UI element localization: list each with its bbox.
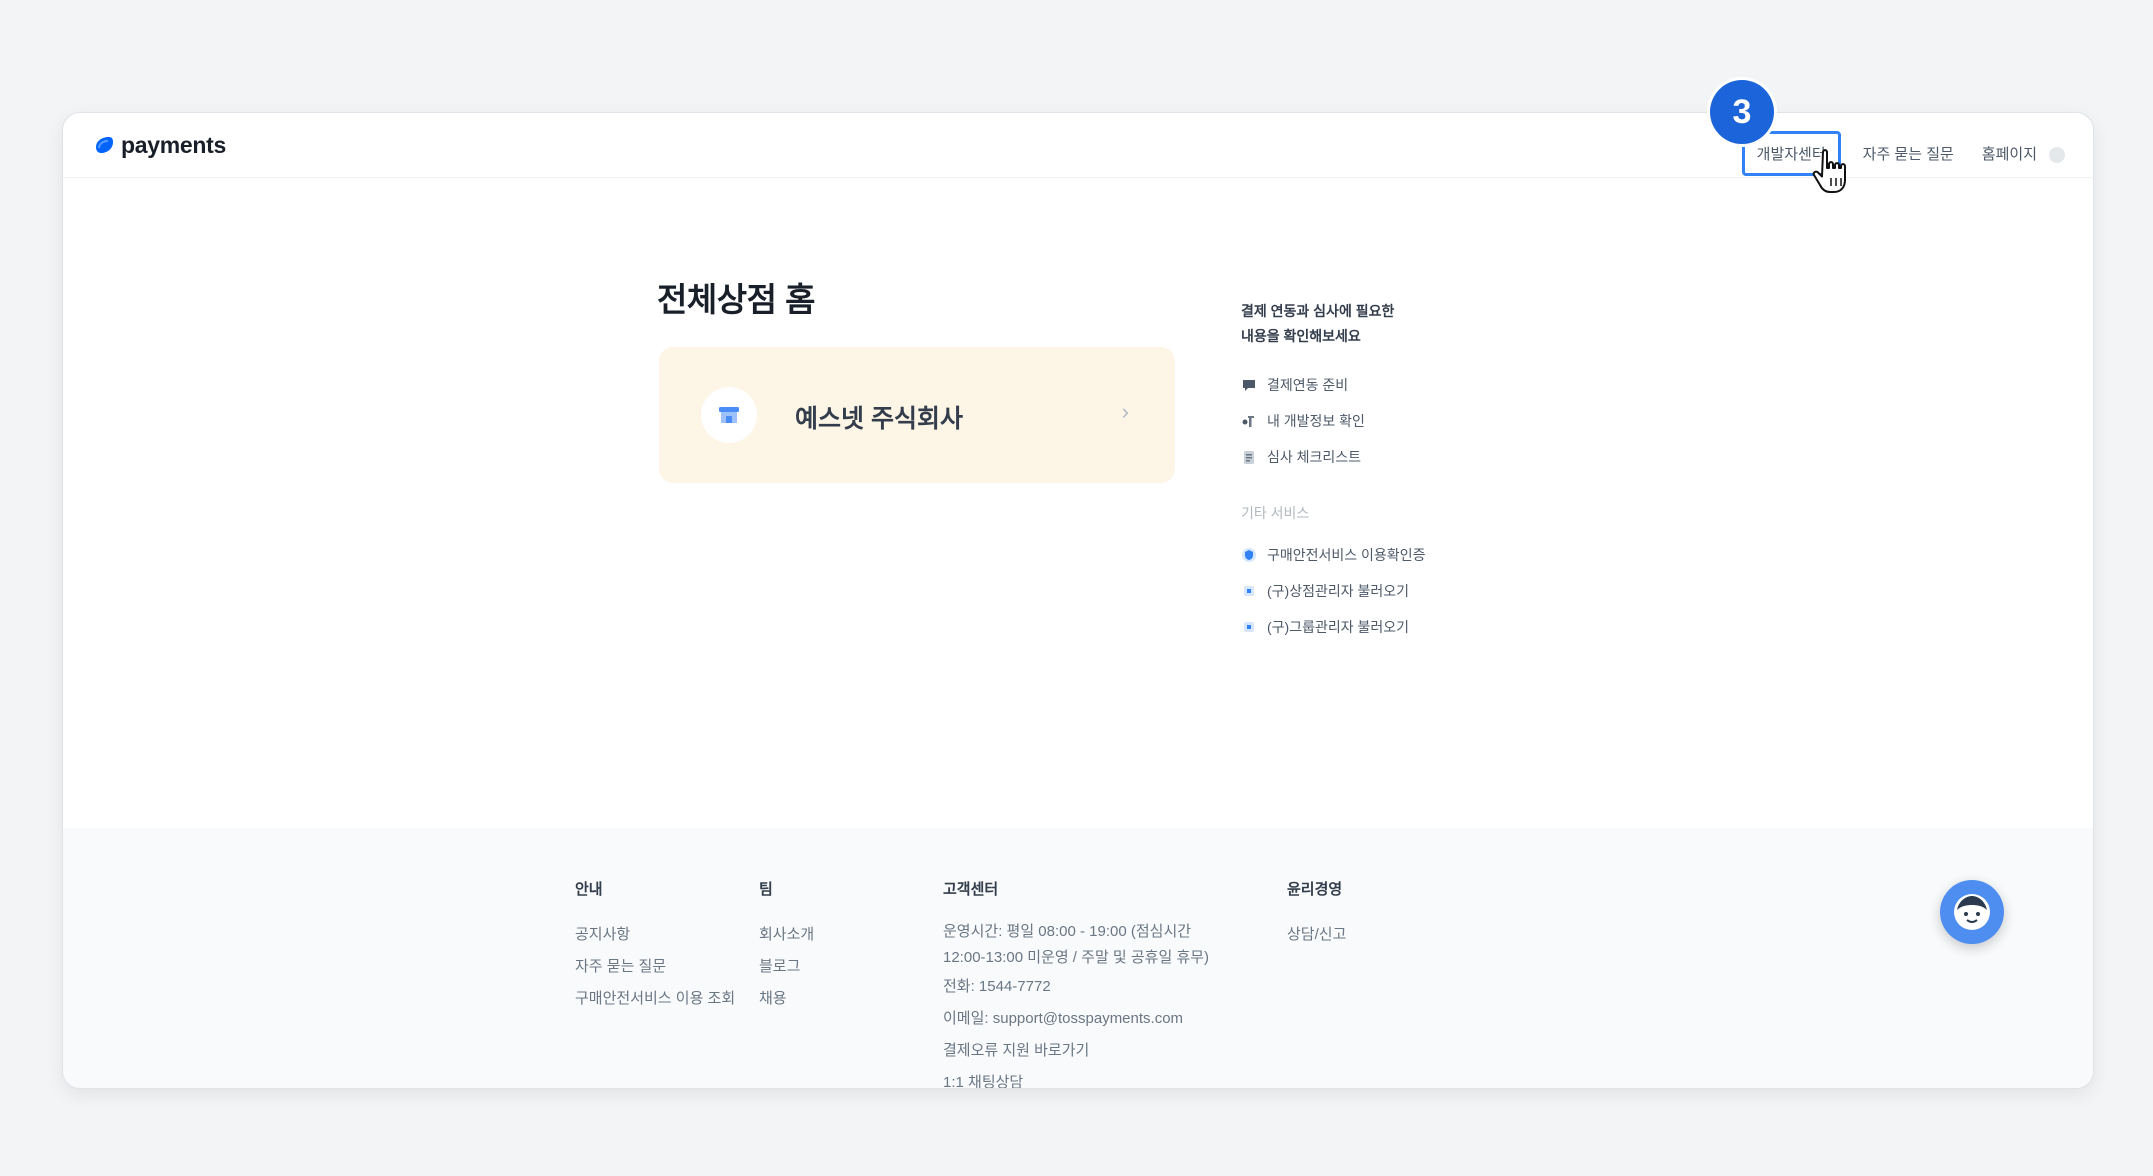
chatbot-button[interactable] — [1940, 880, 2004, 944]
footer-col-title: 안내 — [575, 881, 603, 898]
shield-icon — [1241, 547, 1257, 563]
footer-link-escrow-lookup[interactable]: 구매안전서비스 이용 조회 — [575, 983, 735, 1015]
footer-phone: 전화: 1544-7772 — [943, 978, 1051, 995]
tutorial-step-badge: 3 — [1710, 80, 1774, 144]
side-heading-line2: 내용을 확인해보세요 — [1241, 328, 1361, 344]
store-icon-wrap — [701, 387, 757, 443]
other-services-list: 구매안전서비스 이용확인증 (구)상점관리자 불러오기 (구)그룹관리자 불러오… — [1241, 537, 1501, 645]
footer-hours-line2: 12:00-13:00 미운영 / 주말 및 공휴일 휴무) — [943, 949, 1210, 966]
hand-pointer-icon — [1812, 149, 1846, 193]
nav-faq[interactable]: 자주 묻는 질문 — [1863, 143, 1954, 164]
footer-col-title: 고객센터 — [943, 881, 999, 898]
import-icon — [1241, 583, 1257, 599]
footer-col-ethics: 윤리경영 상담/신고 — [1287, 878, 1346, 951]
nav-homepage-label: 홈페이지 — [1981, 146, 2037, 163]
key-icon — [1241, 413, 1257, 429]
store-icon — [719, 407, 739, 423]
footer-col-team: 팀 회사소개 블로그 채용 — [759, 878, 814, 1015]
top-navigation-bar: payments 개발자센터 자주 묻는 질문 홈페이지 — [63, 113, 2093, 178]
side-panel: 결제 연동과 심사에 필요한 내용을 확인해보세요 결제연동 준비 내 개발정보… — [1241, 299, 1501, 645]
footer-link-notice[interactable]: 공지사항 — [575, 919, 735, 951]
footer-col-title: 팀 — [759, 881, 773, 898]
footer-col-guide: 안내 공지사항 자주 묻는 질문 구매안전서비스 이용 조회 — [575, 878, 735, 1015]
side-item-label: 구매안전서비스 이용확인증 — [1267, 547, 1426, 563]
side-item-label: (구)그룹관리자 불러오기 — [1267, 619, 1410, 635]
side-item-review-checklist[interactable]: 심사 체크리스트 — [1241, 439, 1501, 475]
header-nav: 개발자센터 자주 묻는 질문 홈페이지 — [1741, 131, 2065, 176]
footer-link-careers[interactable]: 채용 — [759, 983, 814, 1015]
toss-drop-icon — [96, 137, 113, 153]
side-item-escrow-certificate[interactable]: 구매안전서비스 이용확인증 — [1241, 537, 1501, 573]
logo[interactable]: payments — [93, 129, 226, 161]
side-guide-list: 결제연동 준비 내 개발정보 확인 심사 체크리스트 — [1241, 367, 1501, 475]
side-heading-line1: 결제 연동과 심사에 필요한 — [1241, 303, 1395, 319]
user-avatar-icon[interactable] — [2049, 147, 2065, 164]
side-item-label: 결제연동 준비 — [1267, 377, 1349, 393]
footer-link-error-support[interactable]: 결제오류 지원 바로가기 — [943, 1035, 1209, 1067]
footer-hours-line1: 운영시간: 평일 08:00 - 19:00 (점심시간 — [943, 923, 1192, 940]
footer-link-chat[interactable]: 1:1 채팅상담 — [943, 1067, 1209, 1088]
footer: 안내 공지사항 자주 묻는 질문 구매안전서비스 이용 조회 팀 회사소개 블로… — [63, 828, 2093, 1088]
side-item-label: 심사 체크리스트 — [1267, 449, 1362, 465]
footer-col-customer-center: 고객센터 운영시간: 평일 08:00 - 19:00 (점심시간 12:00-… — [943, 878, 1210, 1088]
side-item-payment-prep[interactable]: 결제연동 준비 — [1241, 367, 1501, 403]
app-window: payments 개발자센터 자주 묻는 질문 홈페이지 전체상점 홈 예스넷 … — [62, 112, 2094, 1089]
store-name: 예스넷 주식회사 — [795, 405, 963, 433]
chevron-right-icon: › — [1121, 399, 1129, 424]
logo-text: payments — [121, 131, 226, 158]
footer-link-blog[interactable]: 블로그 — [759, 951, 814, 983]
footer-link-report[interactable]: 상담/신고 — [1287, 919, 1346, 951]
other-services-heading: 기타 서비스 — [1241, 505, 1310, 521]
footer-col-title: 윤리경영 — [1287, 881, 1343, 898]
page-title: 전체상점 홈 — [657, 281, 815, 318]
import-icon — [1241, 619, 1257, 635]
chat-bubble-icon — [1241, 377, 1257, 393]
side-item-legacy-group-admin[interactable]: (구)그룹관리자 불러오기 — [1241, 609, 1501, 645]
side-item-label: 내 개발정보 확인 — [1267, 413, 1365, 429]
side-heading: 결제 연동과 심사에 필요한 내용을 확인해보세요 — [1241, 299, 1501, 349]
side-item-dev-info[interactable]: 내 개발정보 확인 — [1241, 403, 1501, 439]
chatbot-face-icon — [1954, 894, 1990, 930]
store-card[interactable]: 예스넷 주식회사 › — [659, 347, 1175, 483]
footer-email[interactable]: 이메일: support@tosspayments.com — [943, 1003, 1209, 1035]
nav-homepage[interactable]: 홈페이지 — [1982, 143, 2065, 164]
side-item-legacy-store-admin[interactable]: (구)상점관리자 불러오기 — [1241, 573, 1501, 609]
footer-link-faq[interactable]: 자주 묻는 질문 — [575, 951, 735, 983]
footer-link-about[interactable]: 회사소개 — [759, 919, 814, 951]
clipboard-icon — [1241, 449, 1257, 465]
side-item-label: (구)상점관리자 불러오기 — [1267, 583, 1410, 599]
